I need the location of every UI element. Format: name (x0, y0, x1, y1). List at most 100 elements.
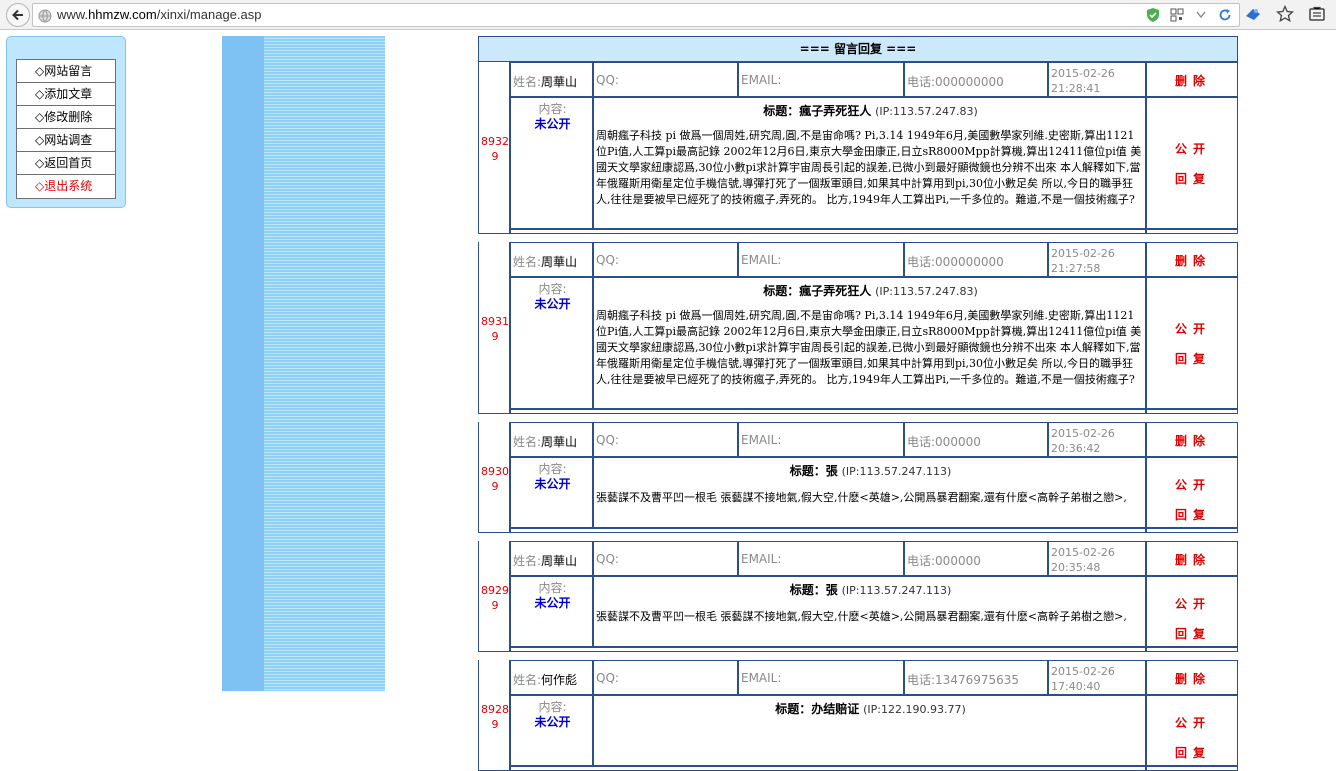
date-cell: 2015-02-26 20:35:48 (1048, 541, 1146, 576)
publish-link[interactable]: 公开 (1147, 320, 1239, 337)
message-body-cell: 标题：瘋子弄死狂人 (IP:113.57.247.83) 周朝瘋子科技 pi 做… (593, 277, 1146, 409)
publish-link[interactable]: 公开 (1147, 476, 1239, 493)
message-timestamp: 2015-02-26 20:36:42 (1051, 427, 1115, 455)
phone-cell: 电话:000000 (904, 541, 1048, 576)
url-domain: hhmzw.com (88, 7, 157, 22)
menu-item-survey[interactable]: ◇网站调查 (17, 129, 115, 152)
admin-menu: ◇网站留言 ◇添加文章 ◇修改删除 ◇网站调查 ◇返回首页 ◇退出系统 (16, 59, 116, 199)
menu-icon[interactable] (1308, 5, 1326, 23)
delete-cell: 删除 (1146, 242, 1238, 277)
qq-cell: QQ: (593, 62, 738, 97)
dropdown-icon[interactable] (1193, 7, 1209, 23)
message-entry: 8929 9 姓名:周華山 QQ: EMAIL: 电话:000000 2015-0… (478, 541, 1238, 652)
phone-value: 000000000 (935, 75, 1004, 89)
message-content: 張藝謀不及曹平凹一根毛 張藝謀不接地氣,假大空,什麽<英雄>,公開爲暴君翻案,還… (596, 491, 1127, 504)
message-content: 張藝謀不及曹平凹一根毛 張藝謀不接地氣,假大空,什麽<英雄>,公開爲暴君翻案,還… (596, 610, 1127, 623)
phone-cell: 电话:13476975635 (904, 660, 1048, 695)
delete-cell: 删除 (1146, 62, 1238, 97)
publish-link[interactable]: 公开 (1147, 140, 1239, 157)
arrow-left-icon (12, 9, 23, 21)
menu-item-add-article[interactable]: ◇添加文章 (17, 83, 115, 106)
address-bar[interactable]: www.hhmzw.com/xinxi/manage.asp (32, 3, 1240, 27)
message-timestamp: 2015-02-26 21:27:58 (1051, 247, 1115, 275)
url-text[interactable]: www.hhmzw.com/xinxi/manage.asp (57, 7, 261, 22)
author-name: 何作彪 (541, 673, 578, 687)
message-entry: 8930 9 姓名:周華山 QQ: EMAIL: 电话:000000 2015-0… (478, 422, 1238, 533)
menu-item-messages[interactable]: ◇网站留言 (17, 60, 115, 83)
delete-cell: 删除 (1146, 422, 1238, 457)
content-label-cell: 内容: 未公开 (510, 576, 593, 647)
actions-cell: 公开 回复 (1146, 695, 1238, 766)
name-cell: 姓名:周華山 (510, 62, 593, 97)
status-badge: 未公开 (534, 596, 571, 610)
message-list: === 留言回复 === 8932 9 姓名:周華山 QQ: EMAIL: 电话:… (478, 36, 1238, 771)
qq-cell: QQ: (593, 422, 738, 457)
email-cell: EMAIL: (738, 62, 904, 97)
message-id-cell: 8929 9 (478, 541, 510, 652)
date-cell: 2015-02-26 17:40:40 (1048, 660, 1146, 695)
message-ip: (IP:113.57.247.83) (875, 285, 978, 298)
email-cell: EMAIL: (738, 541, 904, 576)
menu-item-logout[interactable]: ◇退出系统 (17, 175, 115, 198)
author-name: 周華山 (541, 75, 578, 89)
delete-link[interactable]: 删除 (1147, 252, 1239, 269)
reply-link[interactable]: 回复 (1147, 625, 1239, 642)
message-id: 8928 9 (481, 703, 509, 731)
message-ip: (IP:113.57.247.83) (875, 105, 978, 118)
phone-value: 13476975635 (935, 673, 1020, 687)
phone-cell: 电话:000000000 (904, 242, 1048, 277)
content-label-cell: 内容: 未公开 (510, 277, 593, 409)
url-prefix: www. (57, 7, 89, 22)
refresh-icon[interactable] (1217, 7, 1233, 23)
message-title: 标题：瘋子弄死狂人 (IP:113.57.247.83) (763, 284, 978, 298)
actions-cell: 公开 回复 (1146, 457, 1238, 528)
message-body-cell: 标题：瘋子弄死狂人 (IP:113.57.247.83) 周朝瘋子科技 pi 做… (593, 97, 1146, 229)
actions-cell: 公开 回复 (1146, 97, 1238, 229)
reply-link[interactable]: 回复 (1147, 506, 1239, 523)
message-body-cell: 标题：張 (IP:113.57.247.113) 張藝謀不及曹平凹一根毛 張藝謀… (593, 576, 1146, 647)
message-ip: (IP:122.190.93.77) (863, 703, 966, 716)
delete-cell: 删除 (1146, 541, 1238, 576)
message-entry: 8928 9 姓名:何作彪 QQ: EMAIL: 电话:13476975635 2… (478, 660, 1238, 771)
email-cell: EMAIL: (738, 660, 904, 695)
message-content: 周朝瘋子科技 pi 做爲一個周姓,研究周,圓,不是宙命嗎? Pi,3.14 19… (596, 129, 1142, 206)
message-title: 标题：瘋子弄死狂人 (IP:113.57.247.83) (763, 104, 978, 118)
message-id-cell: 8931 9 (478, 242, 510, 414)
qq-cell: QQ: (593, 660, 738, 695)
publish-link[interactable]: 公开 (1147, 595, 1239, 612)
delete-link[interactable]: 删除 (1147, 432, 1239, 449)
delete-link[interactable]: 删除 (1147, 670, 1239, 687)
publish-link[interactable]: 公开 (1147, 714, 1239, 731)
page-title: === 留言回复 === (478, 36, 1238, 62)
message-timestamp: 2015-02-26 21:28:41 (1051, 67, 1115, 95)
menu-item-edit-delete[interactable]: ◇修改删除 (17, 106, 115, 129)
message-body-cell: 标题：办结赔证 (IP:122.190.93.77) (593, 695, 1146, 766)
shield-icon[interactable] (1145, 7, 1161, 23)
author-name: 周華山 (541, 255, 578, 269)
date-cell: 2015-02-26 21:27:58 (1048, 242, 1146, 277)
message-id: 8932 9 (481, 135, 509, 163)
back-button[interactable] (6, 3, 30, 27)
star-icon[interactable] (1276, 5, 1294, 23)
message-id: 8929 9 (481, 584, 509, 612)
reply-link[interactable]: 回复 (1147, 744, 1239, 761)
extension-icon[interactable] (1244, 5, 1262, 23)
actions-cell: 公开 回复 (1146, 277, 1238, 409)
email-cell: EMAIL: (738, 242, 904, 277)
author-name: 周華山 (541, 435, 578, 449)
qr-code-icon[interactable] (1169, 7, 1185, 23)
reply-link[interactable]: 回复 (1147, 170, 1239, 187)
name-cell: 姓名:何作彪 (510, 660, 593, 695)
reply-link[interactable]: 回复 (1147, 350, 1239, 367)
menu-item-home[interactable]: ◇返回首页 (17, 152, 115, 175)
phone-cell: 电话:000000 (904, 422, 1048, 457)
message-id-cell: 8928 9 (478, 660, 510, 771)
message-id: 8931 9 (481, 315, 509, 343)
admin-menu-panel: ◇网站留言 ◇添加文章 ◇修改删除 ◇网站调查 ◇返回首页 ◇退出系统 (6, 36, 126, 208)
message-id-cell: 8932 9 (478, 62, 510, 234)
delete-link[interactable]: 删除 (1147, 551, 1239, 568)
email-cell: EMAIL: (738, 422, 904, 457)
qq-cell: QQ: (593, 242, 738, 277)
delete-link[interactable]: 删除 (1147, 72, 1239, 89)
message-id-cell: 8930 9 (478, 422, 510, 533)
